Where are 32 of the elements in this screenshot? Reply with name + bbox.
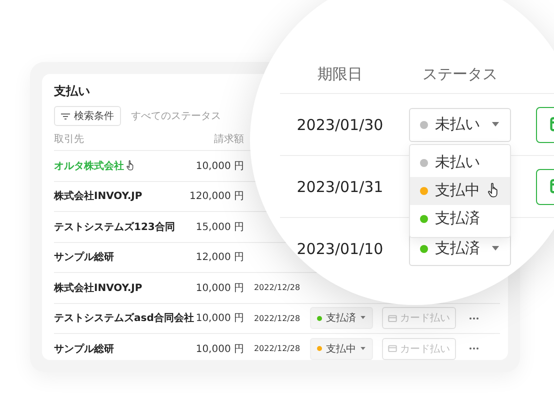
- filter-button[interactable]: 検索条件: [54, 106, 121, 126]
- page-title: 支払い: [54, 84, 91, 98]
- status-filter-label: すべてのステータス: [131, 110, 221, 123]
- column-header: 期限日: [318, 64, 362, 84]
- due-date: 2023/01/30: [296, 116, 384, 134]
- amount: 10,000 円: [196, 312, 244, 326]
- status-select[interactable]: 未払い: [409, 108, 511, 142]
- amount: 15,000 円: [196, 220, 244, 234]
- status-select[interactable]: 支払中: [310, 338, 373, 360]
- vendor-name: テストシステムズasd合同会社: [54, 312, 194, 326]
- vendor-name: 株式会社INVOY.JP: [54, 190, 142, 204]
- date: 2022/12/28: [254, 314, 300, 323]
- amount: 120,000 円: [189, 190, 244, 204]
- due-date: 2023/01/10: [296, 240, 384, 258]
- menu-item[interactable]: 支払済: [410, 204, 510, 232]
- amount: 12,000 円: [196, 251, 244, 264]
- menu-item[interactable]: 支払中: [410, 176, 510, 204]
- amount: 10,000 円: [196, 160, 244, 173]
- vendor-name: サンプル総研: [54, 342, 114, 356]
- amount: 10,000 円: [196, 282, 244, 295]
- date: 2022/12/28: [254, 283, 300, 292]
- due-date: 2023/01/31: [296, 178, 384, 196]
- column-header: 請求額: [214, 132, 244, 146]
- menu-item[interactable]: 未払い: [410, 148, 510, 176]
- date: 2022/12/28: [254, 344, 300, 354]
- column-header: ステータス: [422, 64, 498, 84]
- vendor-name: サンプル総研: [54, 250, 114, 264]
- amount: 10,000 円: [196, 342, 244, 356]
- column-header: 取引先: [54, 132, 84, 146]
- status-select[interactable]: 支払済: [310, 307, 373, 330]
- vendor-name: 株式会社INVOY.JP: [54, 282, 142, 295]
- vendor-name: テストシステムズ123合同: [54, 220, 175, 234]
